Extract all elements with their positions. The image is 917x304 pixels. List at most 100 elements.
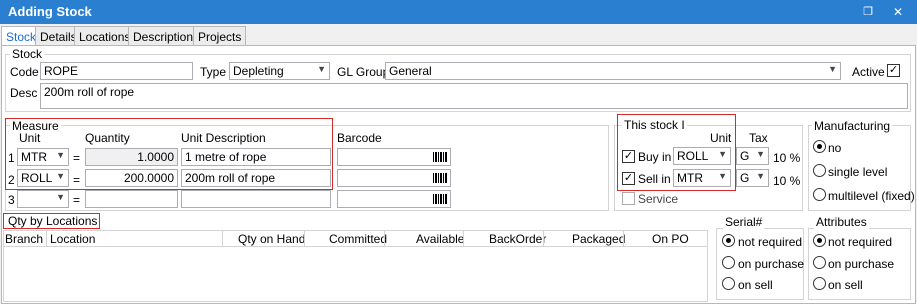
buy-in-unit-select[interactable]: ROLL ▼ [673, 147, 731, 165]
column-header-on-po[interactable]: On PO [652, 232, 689, 246]
equals-sign: = [73, 173, 81, 187]
window-title: Adding Stock [8, 4, 92, 19]
sell-in-tax-select[interactable]: G ▼ [736, 169, 769, 187]
measure-row-number: 1 [8, 151, 15, 165]
measure-unit-value: ROLL [21, 171, 53, 185]
chevron-down-icon: ▼ [718, 171, 727, 181]
serial-on-sell-label: on sell [738, 278, 773, 292]
buy-in-tax-percent: 10 % [773, 151, 801, 165]
this-stock-unit-header: Unit [710, 131, 732, 145]
gl-group-value: General [389, 64, 432, 78]
manufacturing-no-radio[interactable] [813, 140, 826, 153]
code-label: Code [10, 65, 39, 79]
manufacturing-no-label: no [828, 141, 842, 155]
desc-label: Desc [10, 86, 38, 100]
serial-on-purchase-radio[interactable] [722, 256, 735, 269]
attributes-not-required-radio[interactable] [813, 234, 826, 247]
sell-in-tax-value: G [740, 171, 750, 185]
column-header-branch[interactable]: Branch [5, 232, 43, 246]
measure-unit-select[interactable]: ▼ [17, 190, 69, 208]
measure-unit-header: Unit [19, 131, 41, 145]
title-bar: Adding Stock ❐ ✕ [0, 0, 917, 24]
measure-unit-desc-input[interactable]: 200m roll of rope [181, 169, 331, 187]
measure-quantity-input[interactable]: 200.0000 [85, 169, 178, 187]
gl-group-label: GL Group [337, 65, 390, 79]
measure-quantity-input[interactable] [85, 190, 178, 208]
attributes-on-sell-radio[interactable] [813, 277, 826, 290]
manufacturing-single-level-radio[interactable] [813, 164, 826, 177]
column-divider [463, 231, 464, 247]
measure-unit-select[interactable]: MTR ▼ [17, 148, 69, 166]
measure-quantity-header: Quantity [85, 131, 130, 145]
attributes-group-label: Attributes [814, 215, 869, 229]
qty-by-locations-label: Qty by Locations [8, 214, 98, 228]
equals-sign: = [73, 151, 81, 165]
chevron-down-icon: ▼ [756, 171, 765, 181]
column-divider [304, 231, 305, 247]
active-checkbox[interactable]: ✓ [887, 64, 900, 77]
equals-sign: = [73, 193, 81, 207]
sell-in-unit-value: MTR [677, 171, 703, 185]
barcode-icon[interactable] [433, 152, 447, 162]
service-checkbox[interactable] [622, 192, 635, 205]
chevron-down-icon: ▼ [56, 150, 65, 160]
column-divider [384, 231, 385, 247]
close-icon[interactable]: ✕ [890, 5, 906, 19]
serial-on-purchase-label: on purchase [738, 257, 805, 271]
barcode-icon[interactable] [433, 194, 447, 204]
type-value: Depleting [233, 64, 284, 78]
column-header-available[interactable]: Available [416, 232, 464, 246]
stock-group-label: Stock [10, 47, 45, 61]
column-header-committed[interactable]: Committed [329, 232, 387, 246]
buy-in-checkbox[interactable]: ✓ [622, 150, 635, 163]
measure-barcode-header: Barcode [337, 131, 382, 145]
barcode-input[interactable] [337, 169, 451, 187]
serial-not-required-radio[interactable] [722, 234, 735, 247]
buy-in-label: Buy in [638, 150, 672, 164]
this-stock-tax-header: Tax [749, 131, 768, 145]
tab-locations[interactable]: Locations [74, 26, 136, 46]
column-header-packaged[interactable]: Packaged [572, 232, 625, 246]
measure-unit-value: MTR [21, 150, 47, 164]
serial-on-sell-radio[interactable] [722, 277, 735, 290]
measure-quantity-input[interactable]: 1.0000 [85, 148, 178, 166]
manufacturing-multilevel-label: multilevel (fixed) [828, 189, 915, 203]
measure-row-number: 2 [8, 173, 15, 187]
desc-input[interactable]: 200m roll of rope [40, 83, 908, 109]
serial-not-required-label: not required [738, 235, 803, 249]
sell-in-checkbox[interactable]: ✓ [622, 172, 635, 185]
column-header-location[interactable]: Location [50, 232, 95, 246]
tab-strip: Stock Details Locations Descriptions Pro… [0, 26, 917, 47]
this-stock-group-label: This stock I [622, 118, 687, 132]
serial-group-label: Serial# [723, 215, 765, 229]
manufacturing-multilevel-radio[interactable] [813, 188, 826, 201]
sell-in-label: Sell in [638, 172, 671, 186]
attributes-on-purchase-label: on purchase [828, 257, 895, 271]
measure-unit-select[interactable]: ROLL ▼ [17, 169, 69, 187]
sell-in-unit-select[interactable]: MTR ▼ [673, 169, 731, 187]
attributes-on-purchase-radio[interactable] [813, 256, 826, 269]
attributes-on-sell-label: on sell [828, 278, 863, 292]
barcode-icon[interactable] [433, 173, 447, 183]
type-select[interactable]: Depleting ▼ [229, 62, 330, 80]
column-header-backorder[interactable]: BackOrder [489, 232, 546, 246]
service-label: Service [638, 192, 679, 206]
code-input[interactable]: ROPE [40, 62, 193, 80]
active-label: Active [852, 65, 885, 79]
measure-unit-desc-header: Unit Description [181, 131, 266, 145]
gl-group-select[interactable]: General ▼ [385, 62, 841, 80]
buy-in-tax-select[interactable]: G ▼ [736, 147, 769, 165]
measure-unit-desc-input[interactable]: 1 metre of rope [181, 148, 331, 166]
column-divider [46, 231, 47, 247]
barcode-input[interactable] [337, 148, 451, 166]
restore-icon[interactable]: ❐ [860, 5, 876, 19]
measure-unit-desc-input[interactable] [181, 190, 331, 208]
tab-projects[interactable]: Projects [193, 26, 247, 46]
column-header-qty-on-hand[interactable]: Qty on Hand [238, 232, 305, 246]
barcode-input[interactable] [337, 190, 451, 208]
buy-in-unit-value: ROLL [677, 149, 709, 163]
type-label: Type [200, 65, 227, 79]
sell-in-tax-percent: 10 % [773, 174, 801, 188]
measure-row-number: 3 [8, 193, 15, 207]
chevron-down-icon: ▼ [56, 192, 65, 202]
